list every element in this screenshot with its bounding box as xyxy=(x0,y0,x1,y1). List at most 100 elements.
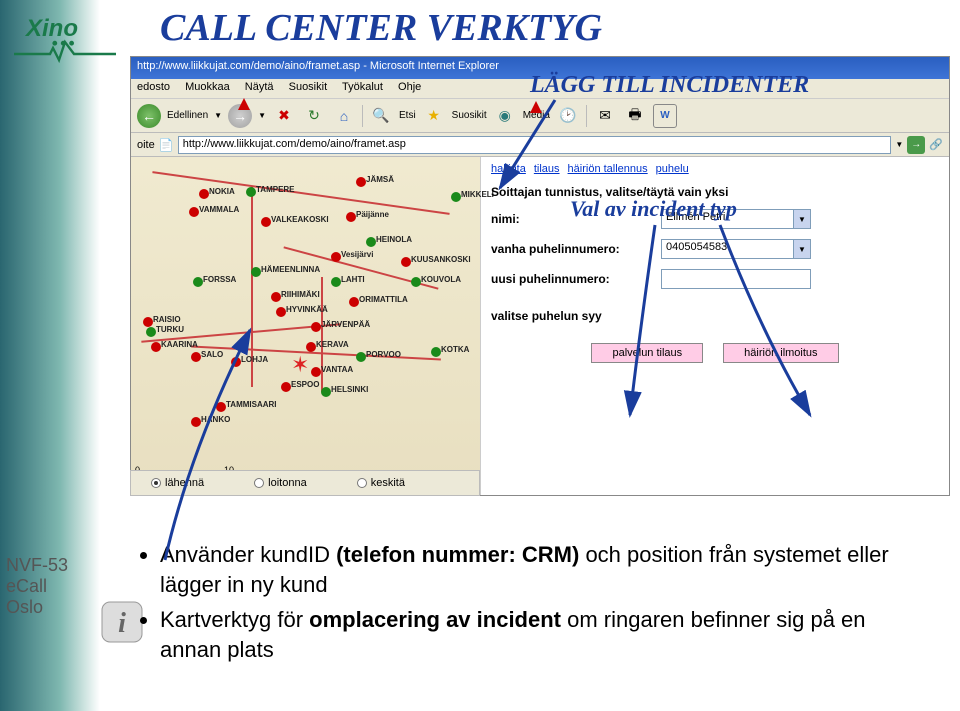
road xyxy=(321,277,323,392)
menu-help[interactable]: Ohje xyxy=(398,81,421,93)
home-icon[interactable]: ⌂ xyxy=(332,104,356,128)
map-city-dot[interactable] xyxy=(191,417,201,427)
map-city-dot[interactable] xyxy=(151,342,161,352)
menu-view[interactable]: Näytä xyxy=(245,81,274,93)
zoom-in-radio[interactable] xyxy=(151,478,161,488)
media-label[interactable]: Media xyxy=(523,110,550,121)
map-city-dot[interactable] xyxy=(251,267,261,277)
menu-edit[interactable]: Muokkaa xyxy=(185,81,230,93)
menu-tools[interactable]: Työkalut xyxy=(342,81,383,93)
reason-label: valitse puhelun syy xyxy=(491,309,939,323)
map-city-dot[interactable] xyxy=(356,177,366,187)
new-phone-input[interactable] xyxy=(661,269,811,289)
incident-report-button[interactable]: häiriön ilmoitus xyxy=(723,343,838,363)
service-order-button[interactable]: palvelun tilaus xyxy=(591,343,703,363)
map-city-dot[interactable] xyxy=(431,347,441,357)
svg-text:i: i xyxy=(118,608,126,639)
stop-icon[interactable]: ✖ xyxy=(272,104,296,128)
history-icon[interactable]: 🕑 xyxy=(556,104,580,128)
map-city-label: NOKIA xyxy=(209,187,235,196)
browser-toolbar: ← Edellinen ▼ → ▼ ✖ ↻ ⌂ 🔍 Etsi ★ Suosiki… xyxy=(131,99,949,133)
center-radio[interactable] xyxy=(357,478,367,488)
map-city-label: SALO xyxy=(201,350,223,359)
map-city-dot[interactable] xyxy=(366,237,376,247)
map-city-dot[interactable] xyxy=(143,317,153,327)
map-city-dot[interactable] xyxy=(261,217,271,227)
map-city-dot[interactable] xyxy=(311,322,321,332)
map-city-dot[interactable] xyxy=(306,342,316,352)
bullet-2-pre: Kartverktyg för xyxy=(160,607,309,632)
bullet-1-bold: (telefon nummer: CRM) xyxy=(336,542,585,567)
map-city-label: TURKU xyxy=(156,325,184,334)
map-city-label: KERAVA xyxy=(316,340,349,349)
center-label: keskitä xyxy=(371,477,405,489)
map-city-dot[interactable] xyxy=(271,292,281,302)
slide-bullets: Använder kundID (telefon nummer: CRM) oc… xyxy=(160,540,900,671)
star-icon[interactable]: ★ xyxy=(422,104,446,128)
map-city-dot[interactable] xyxy=(349,297,359,307)
old-phone-label: vanha puhelinnumero: xyxy=(491,242,661,256)
map-city-dot[interactable] xyxy=(401,257,411,267)
map-city-dot[interactable] xyxy=(356,352,366,362)
tab-tilaus[interactable]: tilaus xyxy=(534,163,560,175)
forward-icon[interactable]: → xyxy=(228,104,252,128)
favorites-label[interactable]: Suosikit xyxy=(452,110,487,121)
zoom-radio-bar: lähennä loitonna keskitä xyxy=(130,470,480,496)
zoom-out-label: loitonna xyxy=(268,477,307,489)
map-city-label: VALKEAKOSKI xyxy=(271,215,329,224)
refresh-icon[interactable]: ↻ xyxy=(302,104,326,128)
menu-favorites[interactable]: Suosikit xyxy=(289,81,328,93)
go-button[interactable]: → xyxy=(907,136,925,154)
tab-hallinta[interactable]: hallinta xyxy=(491,163,526,175)
map-city-label: KOTKA xyxy=(441,345,469,354)
map-city-dot[interactable] xyxy=(231,357,241,367)
map-city-label: HEINOLA xyxy=(376,235,412,244)
search-label[interactable]: Etsi xyxy=(399,110,416,121)
search-icon[interactable]: 🔍 xyxy=(369,104,393,128)
url-input[interactable]: http://www.liikkujat.com/demo/aino/frame… xyxy=(178,136,892,154)
map-city-dot[interactable] xyxy=(331,277,341,287)
map-city-dot[interactable] xyxy=(276,307,286,317)
map-city-label: KUUSANKOSKI xyxy=(411,255,471,264)
map-city-dot[interactable] xyxy=(146,327,156,337)
map-city-dot[interactable] xyxy=(199,189,209,199)
map-city-dot[interactable] xyxy=(191,352,201,362)
back-icon[interactable]: ← xyxy=(137,104,161,128)
map-city-dot[interactable] xyxy=(281,382,291,392)
links-icon[interactable]: 🔗 xyxy=(929,138,943,151)
map-city-dot[interactable] xyxy=(411,277,421,287)
word-icon[interactable]: W xyxy=(653,104,677,128)
media-icon[interactable]: ◉ xyxy=(493,104,517,128)
addr-label: oite xyxy=(137,139,155,151)
bullet-2: Kartverktyg för omplacering av incident … xyxy=(160,605,900,664)
map-city-dot[interactable] xyxy=(321,387,331,397)
map-city-dot[interactable] xyxy=(311,367,321,377)
map-city-dot[interactable] xyxy=(331,252,341,262)
map-city-label: VANTAA xyxy=(321,365,353,374)
tab-puhelu[interactable]: puhelu xyxy=(656,163,689,175)
incident-marker-icon: ✶ xyxy=(291,352,309,378)
mail-icon[interactable]: ✉ xyxy=(593,104,617,128)
map-city-dot[interactable] xyxy=(193,277,203,287)
tab-bar: hallinta tilaus häiriön tallennus puhelu xyxy=(491,163,939,175)
map-city-label: ESPOO xyxy=(291,380,319,389)
old-phone-dropdown[interactable]: 0405054583 xyxy=(661,239,811,259)
map-city-dot[interactable] xyxy=(346,212,356,222)
menu-file[interactable]: edosto xyxy=(137,81,170,93)
zoom-out-radio[interactable] xyxy=(254,478,264,488)
info-icon: i xyxy=(100,600,144,644)
map-pane[interactable]: TAMPERENOKIAVAMMALAVALKEAKOSKIHÄMEENLINN… xyxy=(131,157,481,495)
callout-add-incidents: LÄGG TILL INCIDENTER xyxy=(530,72,809,99)
map-city-dot[interactable] xyxy=(246,187,256,197)
bullet-1: Använder kundID (telefon nummer: CRM) oc… xyxy=(160,540,900,599)
map-city-dot[interactable] xyxy=(189,207,199,217)
new-phone-label: uusi puhelinnumero: xyxy=(491,272,661,286)
map-city-dot[interactable] xyxy=(216,402,226,412)
slide-title: CALL CENTER VERKTYG xyxy=(160,6,602,50)
zoom-in-label: lähennä xyxy=(165,477,204,489)
print-icon[interactable]: 🖶 xyxy=(623,104,647,128)
back-label[interactable]: Edellinen xyxy=(167,110,208,121)
map-city-dot[interactable] xyxy=(451,192,461,202)
nvf-line2: eCall xyxy=(6,576,68,597)
tab-tallennus[interactable]: häiriön tallennus xyxy=(568,163,648,175)
